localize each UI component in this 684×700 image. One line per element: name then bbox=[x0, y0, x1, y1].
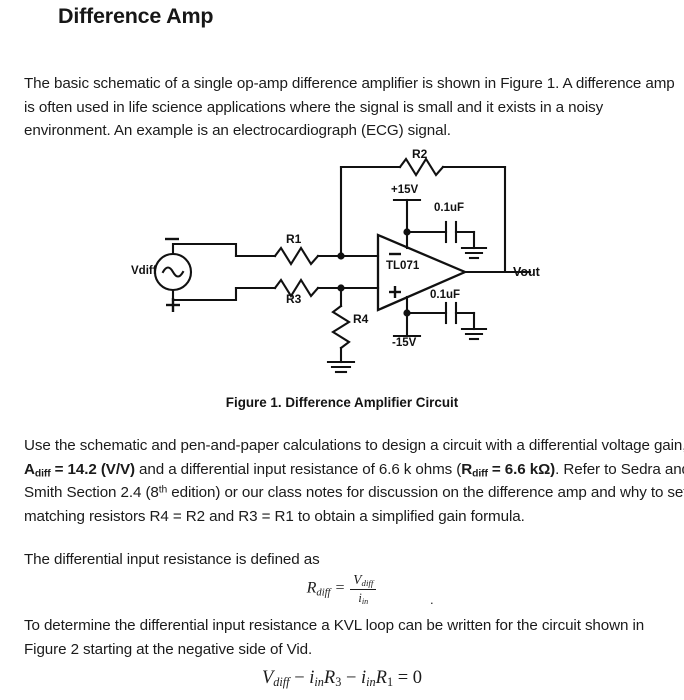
label-vout: Vout bbox=[513, 265, 540, 279]
eq-kvl-r1: R bbox=[375, 668, 387, 688]
eq-kvl-equals-zero: = 0 bbox=[397, 668, 423, 688]
label-vneg: -15V bbox=[392, 337, 417, 349]
adiff-value: = 14.2 (V/V) bbox=[50, 460, 135, 478]
adiff-subscript: diff bbox=[34, 467, 51, 479]
label-opamp-part: TL071 bbox=[386, 260, 420, 272]
label-vdiff: Vdiff bbox=[131, 265, 157, 277]
resistor-r2 bbox=[398, 157, 445, 177]
design-seg-2: and a differential input resistance of 6… bbox=[134, 460, 462, 478]
rdiff-symbol: R bbox=[461, 460, 473, 478]
eq-kvl-v: V bbox=[261, 668, 274, 688]
eq-kvl-r1-sub: 1 bbox=[386, 675, 394, 690]
source-top-lead bbox=[171, 242, 238, 258]
eq-rdiff-fraction: Vdiff iin bbox=[350, 572, 377, 606]
rdiff-value: = 6.6 kΩ) bbox=[487, 460, 556, 478]
figure-caption: Figure 1. Difference Amplifier Circuit bbox=[225, 395, 459, 410]
resistor-r4 bbox=[331, 304, 351, 350]
eq-rdiff-num-sub: diff bbox=[361, 578, 374, 589]
junction-vcc-node bbox=[403, 228, 411, 236]
eq-rdiff-num-symbol: V bbox=[353, 572, 362, 587]
eq-kvl-v-sub: diff bbox=[273, 675, 290, 690]
sine-wave-glyph bbox=[161, 266, 185, 278]
rdiff-subscript: diff bbox=[472, 467, 488, 479]
eq-rdiff-lhs: R bbox=[306, 579, 317, 597]
document-page: Difference Amp The basic schematic of a … bbox=[0, 0, 684, 700]
label-cap-top: 0.1uF bbox=[434, 202, 465, 214]
definition-paragraph: The differential input resistance is def… bbox=[24, 551, 320, 568]
adiff-symbol: A bbox=[24, 460, 35, 478]
source-bottom-lead bbox=[171, 286, 238, 302]
circuit-svg bbox=[153, 157, 532, 374]
label-r1: R1 bbox=[286, 232, 302, 246]
junction-vee-node bbox=[403, 309, 411, 317]
eq-rdiff-equals: = bbox=[334, 579, 346, 597]
eq-rdiff-numerator: Vdiff bbox=[350, 572, 377, 590]
eq-kvl-minus-1: − bbox=[294, 668, 305, 688]
design-seg-1: Use the schematic and pen-and-paper calc… bbox=[24, 437, 684, 454]
eq-kvl-r3: R bbox=[323, 668, 336, 688]
label-cap-bottom: 0.1uF bbox=[430, 289, 461, 301]
equation-kvl: Vdiff − iinR3 − iinR1 = 0 bbox=[0, 668, 684, 689]
resistor-r1 bbox=[273, 246, 320, 266]
figure-1-schematic: Vdiff R1 R2 R3 R4 TL071 +15V -15V 0.1uF … bbox=[0, 140, 684, 390]
label-r4: R4 bbox=[353, 312, 369, 326]
eq-kvl-i2-sub: in bbox=[366, 675, 376, 690]
page-title: Difference Amp bbox=[58, 4, 214, 28]
eq-kvl-r3-sub: 3 bbox=[335, 675, 342, 690]
kvl-paragraph: To determine the differential input resi… bbox=[24, 617, 645, 658]
equation-rdiff: Rdiff = Vdiff iin bbox=[0, 572, 684, 606]
label-r3: R3 bbox=[286, 292, 302, 306]
intro-paragraph: The basic schematic of a single op-amp d… bbox=[24, 75, 675, 139]
eq-rdiff-denominator: iin bbox=[350, 590, 376, 606]
junction-noninverting-node bbox=[337, 284, 345, 292]
eq-rdiff-den-sub: in bbox=[361, 597, 369, 607]
eq-kvl-i1-sub: in bbox=[314, 675, 324, 690]
equation-trailing-period: . bbox=[430, 592, 434, 607]
edition-ordinal: th bbox=[158, 484, 168, 496]
eq-rdiff-lhs-sub: diff bbox=[316, 587, 331, 599]
design-paragraph: Use the schematic and pen-and-paper calc… bbox=[24, 434, 684, 528]
label-r2: R2 bbox=[412, 147, 428, 161]
eq-kvl-minus-2: − bbox=[345, 668, 357, 688]
junction-dots bbox=[337, 228, 411, 317]
junction-inverting-node bbox=[337, 252, 345, 260]
label-vpos: +15V bbox=[391, 184, 419, 196]
